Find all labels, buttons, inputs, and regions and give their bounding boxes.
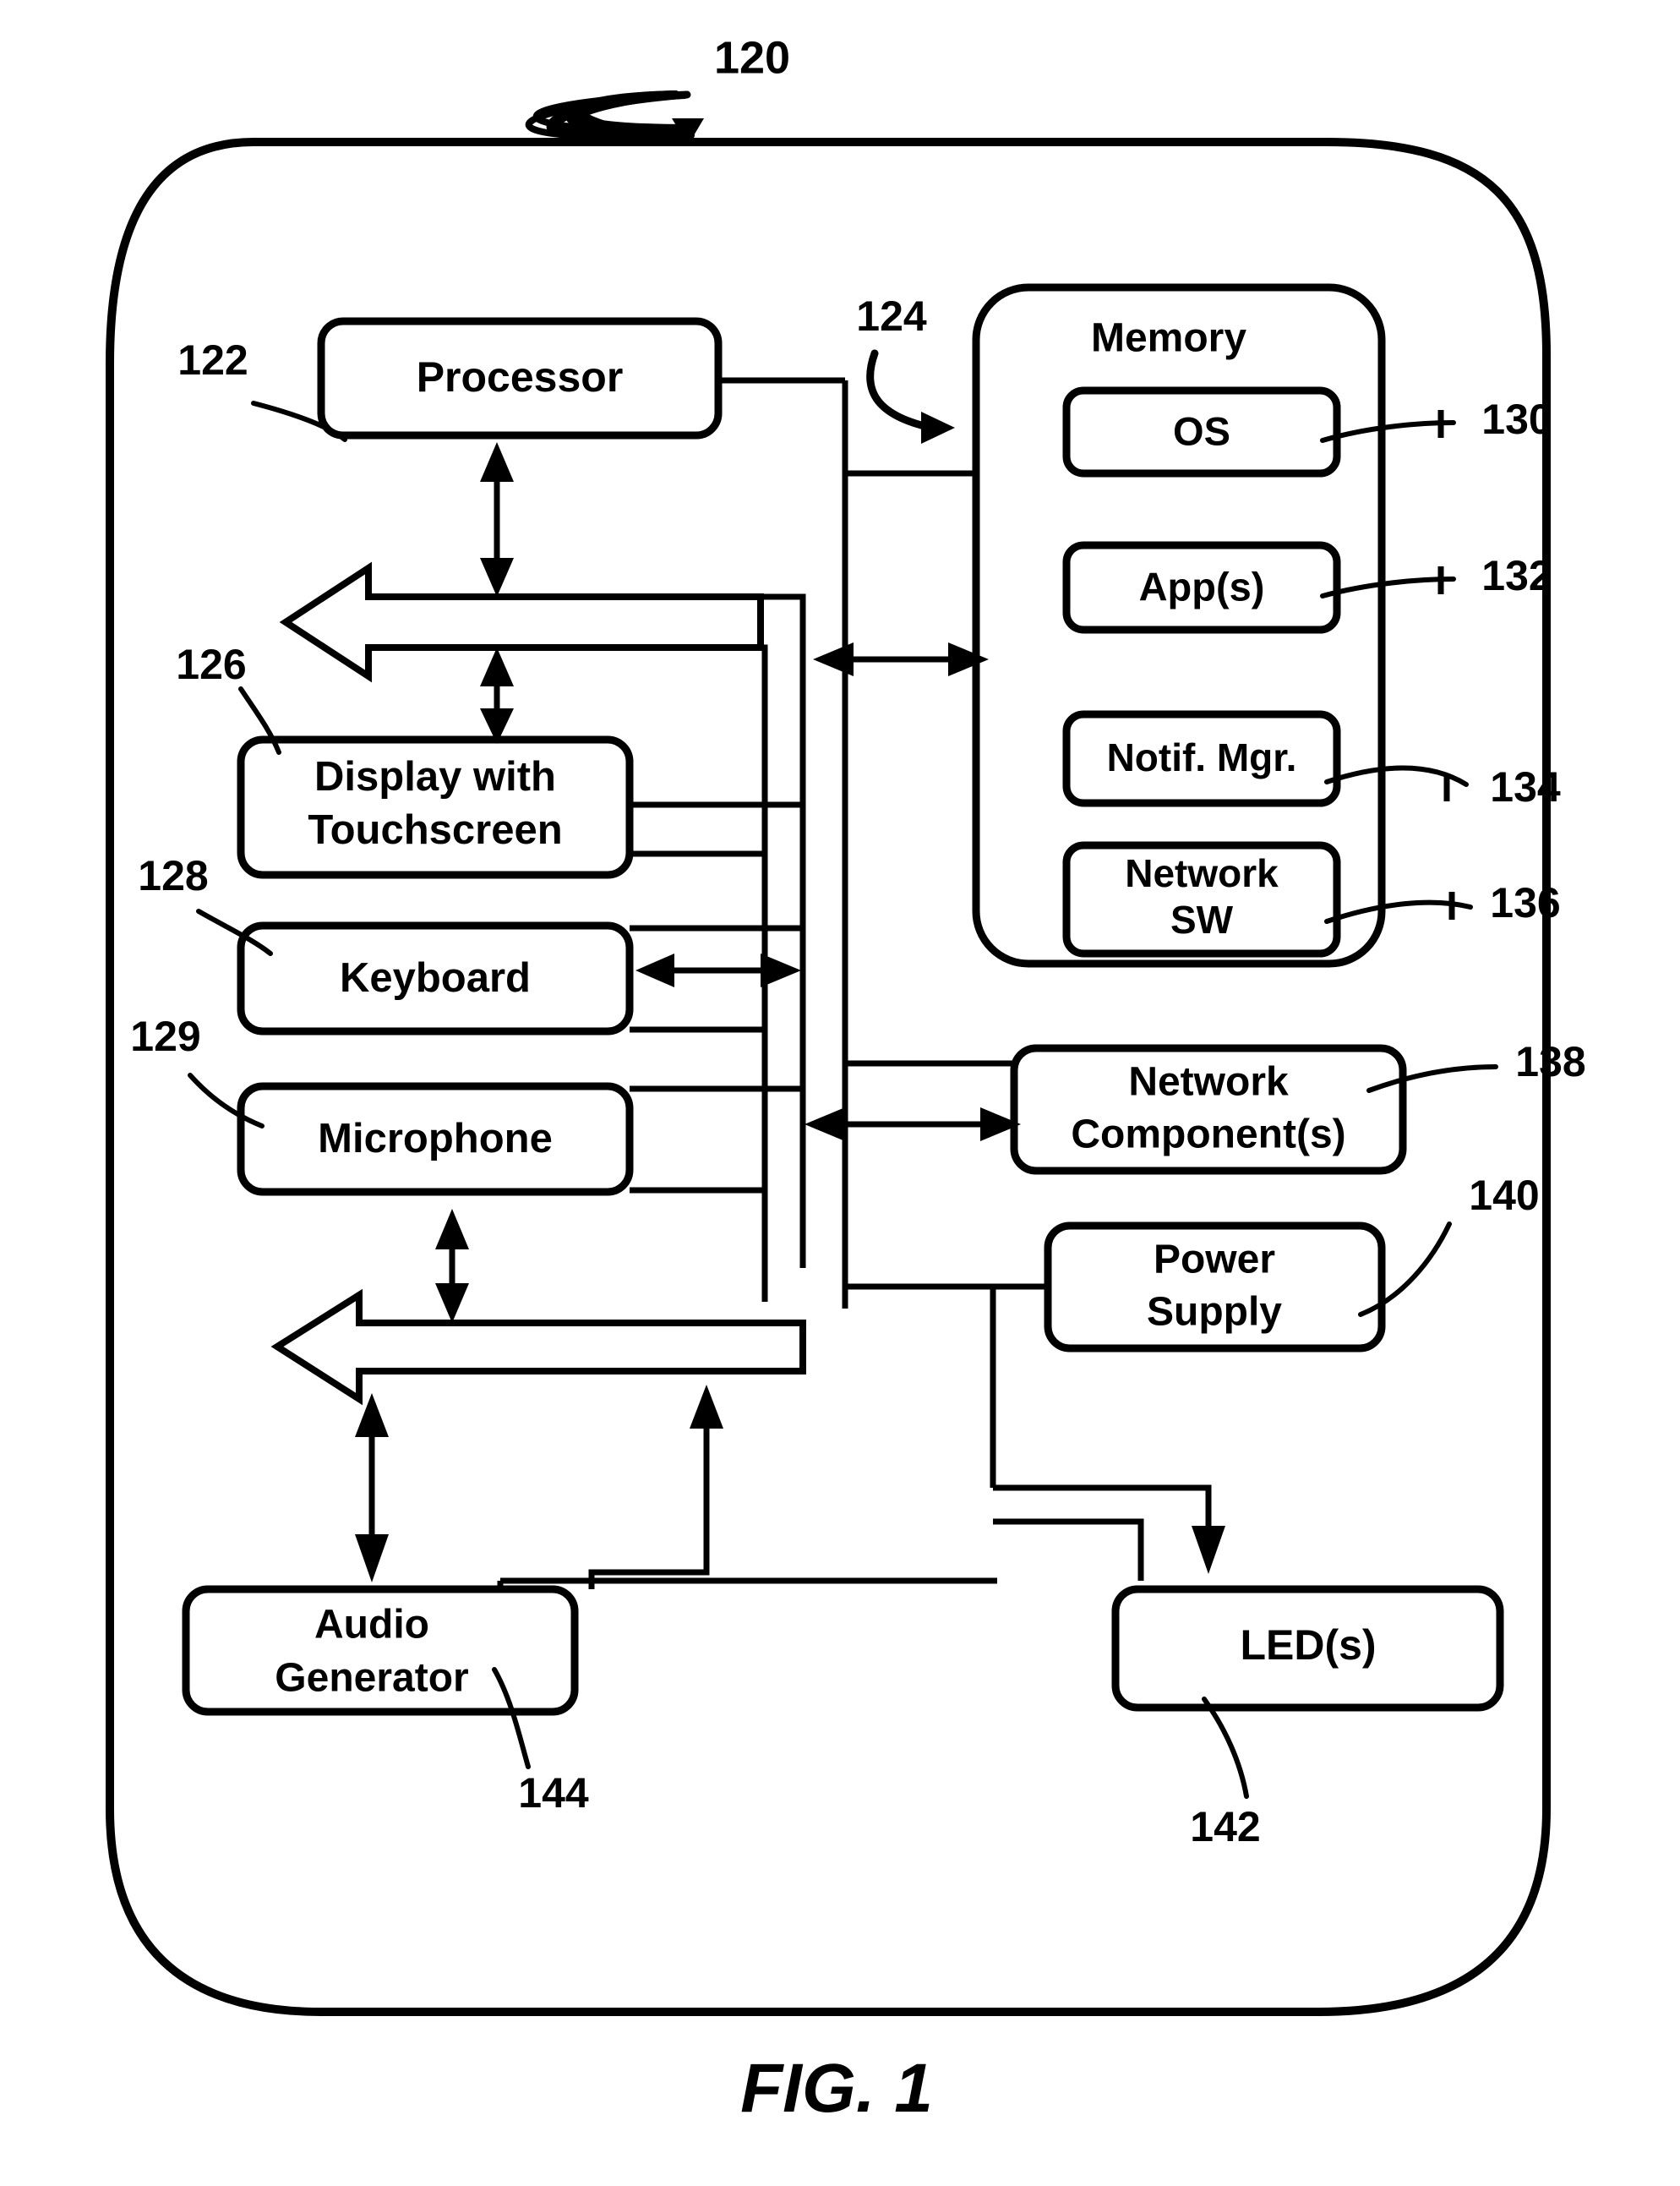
ref-129: 129 bbox=[130, 1013, 200, 1060]
keyboard-label: Keyboard bbox=[340, 955, 531, 1001]
ref-122: 122 bbox=[177, 336, 248, 384]
ref-140: 140 bbox=[1469, 1172, 1539, 1219]
network-sw-label-1: Network bbox=[1125, 851, 1279, 895]
ref-136: 136 bbox=[1490, 879, 1560, 926]
ref-124: 124 bbox=[856, 292, 927, 340]
os-label: OS bbox=[1173, 408, 1230, 453]
ref-134: 134 bbox=[1490, 763, 1561, 811]
ref-142: 142 bbox=[1190, 1803, 1260, 1850]
ref-128: 128 bbox=[138, 852, 208, 899]
ref-138: 138 bbox=[1515, 1038, 1585, 1085]
ref-120: 120 bbox=[714, 32, 790, 83]
processor-label: Processor bbox=[417, 353, 624, 401]
figure-canvas: 120 Processor 122 Memory OS 130 App(s) 1… bbox=[106, 32, 1586, 2127]
notif-mgr-label: Notif. Mgr. bbox=[1107, 735, 1297, 779]
figure-caption: FIG. 1 bbox=[740, 2050, 933, 2127]
memory-label: Memory bbox=[1091, 316, 1246, 361]
audio-label-1: Audio bbox=[314, 1603, 429, 1648]
ref-132: 132 bbox=[1481, 552, 1552, 599]
patent-figure: 120 Processor 122 Memory OS 130 App(s) 1… bbox=[0, 0, 1680, 2186]
ref-130: 130 bbox=[1481, 396, 1552, 443]
microphone-label: Microphone bbox=[318, 1116, 553, 1161]
apps-label: App(s) bbox=[1139, 564, 1265, 609]
leds-label: LED(s) bbox=[1240, 1621, 1376, 1669]
ref-144: 144 bbox=[518, 1769, 589, 1817]
display-label-1: Display with bbox=[314, 754, 556, 800]
power-label-2: Supply bbox=[1147, 1290, 1282, 1335]
network-comp-label-2: Component(s) bbox=[1071, 1112, 1345, 1157]
network-comp-label-1: Network bbox=[1128, 1060, 1289, 1105]
network-sw-label-2: SW bbox=[1170, 898, 1234, 942]
power-label-1: Power bbox=[1154, 1238, 1275, 1282]
audio-label-2: Generator bbox=[275, 1656, 468, 1701]
display-label-2: Touchscreen bbox=[308, 807, 562, 853]
ref-126: 126 bbox=[176, 641, 246, 688]
